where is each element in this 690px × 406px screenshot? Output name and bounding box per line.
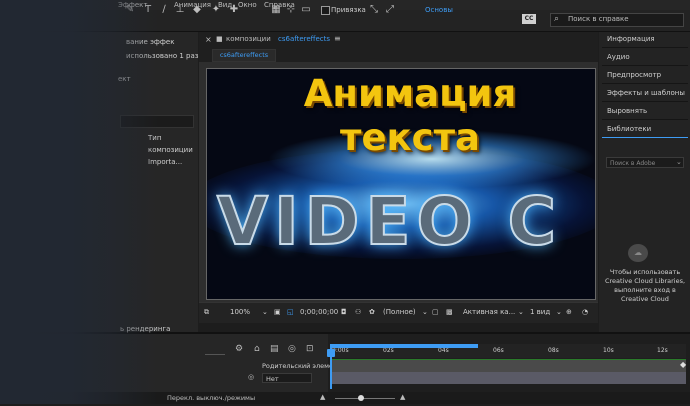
help-search-placeholder: Поиск в справке [568, 15, 629, 23]
grid-overlay-icon[interactable]: ▣ [274, 306, 281, 318]
type-import: Importa... [148, 158, 183, 166]
panel-audio[interactable]: Аудио [602, 49, 688, 66]
video-title-text: VIDEO C [216, 183, 563, 260]
tick-label: 06s [493, 347, 504, 354]
pen-icon[interactable]: ✎ [124, 4, 136, 16]
playhead-handle[interactable] [327, 349, 335, 357]
menu-window[interactable]: Окно [238, 0, 257, 10]
motion-blur-icon[interactable]: ◎ [288, 344, 296, 354]
align-icon[interactable]: ▭ [300, 4, 312, 16]
close-icon[interactable]: × [205, 35, 212, 44]
pickwhip-icon[interactable]: ◎ [248, 373, 254, 381]
project-tab-label[interactable]: ект [118, 75, 131, 84]
tab-composition[interactable]: cs6aftereffects [212, 49, 276, 62]
reset-exposure-icon[interactable]: ⊕ [566, 306, 572, 318]
camera-orbit-icon[interactable]: ⊹ [285, 4, 297, 16]
chevron-down-icon[interactable]: ⌄ [262, 306, 268, 318]
show-snapshot-icon[interactable]: ⚇ [355, 306, 361, 318]
zoom-out-icon[interactable]: ▲ [320, 393, 325, 401]
chevron-down-icon[interactable]: ⌄ [676, 157, 682, 168]
type-composition: композиции [148, 146, 193, 154]
stamp-icon[interactable]: ⊥ [174, 4, 186, 16]
library-search-input[interactable]: Поиск в Adobe [606, 157, 684, 168]
composition-name[interactable]: cs6aftereffects [278, 35, 330, 44]
panel-effects-presets[interactable]: Эффекты и шаблоны [602, 85, 688, 102]
project-search-input[interactable] [120, 115, 194, 128]
region-icon[interactable]: ⧉ [204, 306, 209, 318]
tick-label: 08s [548, 347, 559, 354]
panel-info[interactable]: Информация [602, 31, 688, 48]
project-panel [0, 32, 198, 332]
parent-select[interactable]: Нет [262, 373, 312, 383]
brush-icon[interactable]: ∕ [158, 4, 170, 16]
expand-icon[interactable]: ⤢ [384, 4, 396, 16]
tick-label: 02s [383, 347, 394, 354]
work-area-end-icon[interactable]: ◆ [680, 360, 686, 369]
headline-line-1: Анимация [303, 72, 517, 115]
chevron-down-icon[interactable]: ⌄ [422, 306, 428, 318]
eraser-icon[interactable]: ◆ [191, 4, 203, 16]
snap-label: Привязка [331, 6, 366, 14]
transparency-grid-icon[interactable]: ▩ [446, 306, 453, 318]
creative-cloud-logo-icon: ☁ [628, 244, 648, 262]
tick-label: 10s [603, 347, 614, 354]
render-queue-tab[interactable]: ь рендеринга [120, 325, 170, 334]
workspace-tab-essentials[interactable]: Основы [425, 4, 453, 16]
roto-brush-icon[interactable]: ✦ [210, 4, 222, 16]
usage-text: использовано 1 раз [126, 52, 199, 60]
tick-label: 12s [657, 347, 668, 354]
headline-line-2: текста [340, 116, 480, 159]
toggle-switches-modes-label[interactable]: Перекл. выключ./режимы [167, 393, 255, 403]
text-tool-icon[interactable]: T [142, 4, 154, 16]
type-column-header[interactable]: Тип [148, 134, 161, 143]
chevron-down-icon[interactable]: ⌄ [518, 306, 524, 318]
work-area-bar[interactable] [330, 344, 478, 348]
frame-blend-icon[interactable]: ▤ [270, 344, 279, 354]
zoom-slider-handle[interactable] [358, 395, 364, 401]
exposure-icon[interactable]: ◔ [582, 306, 588, 318]
chevron-down-icon[interactable]: ⌄ [556, 306, 562, 318]
headline: Анимация текста [260, 72, 560, 160]
panel-libraries[interactable]: Библиотеки [602, 121, 688, 138]
panel-menu-icon[interactable]: ≡ [334, 34, 341, 43]
composition-header-label: композиции [226, 35, 271, 43]
pin-icon[interactable]: ✚ [228, 4, 240, 16]
shy-icon[interactable]: ⌂ [254, 344, 260, 354]
grid-icon[interactable]: ▦ [270, 4, 282, 16]
resolution-select[interactable]: (Полное) [383, 306, 416, 318]
cc-libraries-message: Чтобы использовать Creative Cloud Librar… [604, 268, 686, 303]
timeline-search-input[interactable] [205, 345, 225, 355]
tick-label: 04s [438, 347, 449, 354]
color-channel-icon[interactable]: ✿ [369, 306, 375, 318]
view-layout-select[interactable]: 1 вид [530, 306, 550, 318]
layer-track[interactable] [330, 359, 686, 372]
graph-editor-icon[interactable]: ⊡ [306, 344, 314, 354]
comp-flowchart-icon[interactable]: ⚙ [235, 344, 243, 354]
effect-controls-label: вание эффек [126, 38, 175, 46]
camera-select[interactable]: Активная ка... [463, 306, 515, 318]
snap-checkbox[interactable] [321, 6, 330, 15]
panel-preview[interactable]: Предпросмотр [602, 67, 688, 84]
timecode[interactable]: 0;00;00;00 [300, 306, 338, 318]
snapshot-icon[interactable]: ◘ [341, 306, 347, 318]
creative-cloud-icon[interactable]: CC [522, 14, 536, 24]
timeline-zoom-slider[interactable] [335, 398, 395, 399]
mask-icon[interactable]: ◱ [287, 306, 294, 318]
layer-track[interactable] [330, 372, 686, 384]
search-icon: ⌕ [554, 14, 560, 24]
region-of-interest-icon[interactable]: ▢ [432, 306, 439, 318]
zoom-in-icon[interactable]: ▲ [400, 393, 405, 401]
zoom-select[interactable]: 100% [230, 306, 250, 318]
snap-icon[interactable]: ⤡ [368, 4, 380, 16]
panel-align[interactable]: Выровнять [602, 103, 688, 120]
lock-icon[interactable]: ■ [216, 35, 223, 44]
